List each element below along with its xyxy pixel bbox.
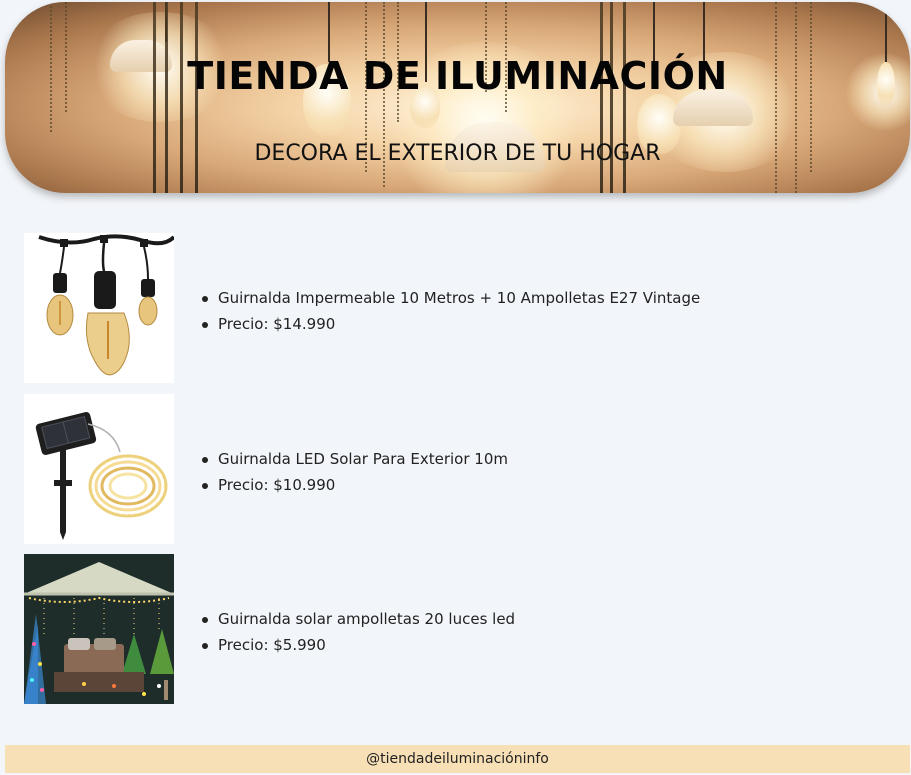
product-name: Guirnalda solar ampolletas 20 luces led — [200, 606, 515, 632]
product-name: Guirnalda Impermeable 10 Metros + 10 Amp… — [200, 285, 700, 311]
footer-handle[interactable]: @tiendadeiluminacióninfo — [366, 751, 549, 767]
product-item: Guirnalda Impermeable 10 Metros + 10 Amp… — [24, 233, 884, 383]
footer: @tiendadeiluminacióninfo — [5, 745, 910, 773]
product-image[interactable] — [24, 554, 174, 704]
page-subtitle: DECORA EL EXTERIOR DE TU HOGAR — [254, 141, 661, 166]
hero-banner: TIENDA DE ILUMINACIÓN DECORA EL EXTERIOR… — [5, 2, 910, 193]
product-details: Guirnalda Impermeable 10 Metros + 10 Amp… — [200, 285, 700, 337]
solar-led-fairy-lights-icon — [35, 412, 168, 540]
product-price: Precio: $10.990 — [200, 472, 508, 498]
product-price: Precio: $14.990 — [200, 311, 700, 337]
product-name: Guirnalda LED Solar Para Exterior 10m — [200, 446, 508, 472]
product-image[interactable] — [24, 233, 174, 383]
product-details: Guirnalda solar ampolletas 20 luces led … — [200, 606, 515, 658]
patio-garden-lights-icon — [24, 554, 174, 704]
product-image[interactable] — [24, 394, 174, 544]
product-price: Precio: $5.990 — [200, 632, 515, 658]
product-item: Guirnalda solar ampolletas 20 luces led … — [24, 554, 884, 704]
product-details: Guirnalda LED Solar Para Exterior 10m Pr… — [200, 446, 508, 498]
vintage-bulb-string-lights-icon — [38, 234, 174, 376]
product-item: Guirnalda LED Solar Para Exterior 10m Pr… — [24, 394, 884, 544]
page-title: TIENDA DE ILUMINACIÓN — [187, 54, 728, 98]
